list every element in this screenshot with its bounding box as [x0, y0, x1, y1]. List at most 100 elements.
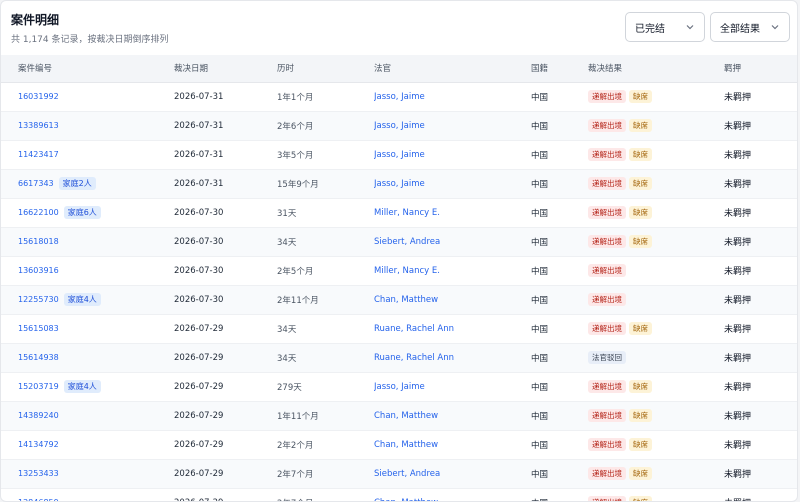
- result-cell: 递解出境缺席: [588, 111, 724, 141]
- nationality: 中国: [531, 411, 549, 422]
- case-id-cell: 15615083: [1, 314, 174, 344]
- case-id-link[interactable]: 12255730: [18, 295, 59, 304]
- result-cell: 递解出境: [588, 285, 724, 315]
- column-header-detention[interactable]: 羁押: [724, 55, 797, 83]
- case-id-link[interactable]: 6617343: [18, 179, 54, 188]
- judge-link[interactable]: Jasso, Jaime: [374, 179, 425, 189]
- result-cell: 递解出境缺席: [588, 82, 724, 112]
- column-header-duration[interactable]: 历时: [277, 55, 374, 83]
- duration-cell: 2年2个月: [277, 430, 374, 460]
- nationality: 中国: [531, 266, 549, 277]
- column-header-ruling-date[interactable]: 裁决日期: [174, 55, 277, 83]
- case-id-link[interactable]: 14389240: [18, 411, 59, 420]
- table-row[interactable]: 13253433 2026-07-29 2年7个月 Siebert, Andrea 中国…: [1, 459, 797, 489]
- judge-link[interactable]: Jasso, Jaime: [374, 121, 425, 131]
- case-id-cell: 15618018: [1, 227, 174, 257]
- nationality-cell: 中国: [531, 314, 588, 344]
- duration: 2年2个月: [277, 440, 314, 451]
- result-badge-removal: 递解出境: [588, 148, 626, 161]
- duration-cell: 34天: [277, 343, 374, 373]
- judge-link[interactable]: Siebert, Andrea: [374, 237, 440, 247]
- result-badge-removal: 递解出境: [588, 206, 626, 219]
- judge-link[interactable]: Ruane, Rachel Ann: [374, 353, 454, 363]
- column-header-nationality[interactable]: 国籍: [531, 55, 588, 83]
- table-row[interactable]: 11423417 2026-07-31 3年5个月 Jasso, Jaime 中国 递解出…: [1, 140, 797, 170]
- result-badge-removal: 递解出境: [588, 177, 626, 190]
- nationality: 中国: [531, 382, 549, 393]
- result-badge-removal: 递解出境: [588, 409, 626, 422]
- judge-link[interactable]: Chan, Matthew: [374, 411, 438, 421]
- table-row[interactable]: 15615083 2026-07-29 34天 Ruane, Rachel Ann 中国…: [1, 314, 797, 344]
- case-id-link[interactable]: 13253433: [18, 469, 59, 478]
- ruling-date-cell: 2026-07-29: [174, 488, 277, 501]
- judge-cell: Jasso, Jaime: [374, 140, 531, 170]
- detention-status: 未羁押: [724, 383, 752, 393]
- detention-status: 未羁押: [724, 151, 752, 161]
- case-id-link[interactable]: 15615083: [18, 324, 59, 333]
- table-row[interactable]: 14389240 2026-07-29 1年11个月 Chan, Matthew 中国 递…: [1, 401, 797, 431]
- judge-link[interactable]: Miller, Nancy E.: [374, 208, 440, 218]
- result-badge-absentia: 缺席: [629, 206, 652, 219]
- table-row[interactable]: 12255730 家庭4人 2026-07-30 2年11个月 Chan, Matthe…: [1, 285, 797, 315]
- table-row[interactable]: 15203719 家庭4人 2026-07-29 279天 Jasso, Jaime 中国…: [1, 372, 797, 402]
- judge-cell: Jasso, Jaime: [374, 111, 531, 141]
- result-cell: 递解出境缺席: [588, 198, 724, 228]
- table-row[interactable]: 15618018 2026-07-30 34天 Siebert, Andrea 中国 递解…: [1, 227, 797, 257]
- duration-cell: 2年7个月: [277, 488, 374, 501]
- result-cell: 递解出境缺席: [588, 314, 724, 344]
- column-header-result[interactable]: 裁决结果: [588, 55, 724, 83]
- detention-status: 未羁押: [724, 412, 752, 422]
- column-header-judge[interactable]: 法官: [374, 55, 531, 83]
- detention-cell: 未羁押: [724, 82, 797, 112]
- case-id-link[interactable]: 15618018: [18, 237, 59, 246]
- case-id-link[interactable]: 16031992: [18, 92, 59, 101]
- ruling-date: 2026-07-29: [174, 410, 224, 421]
- case-id-link[interactable]: 14134792: [18, 440, 59, 449]
- ruling-date-cell: 2026-07-31: [174, 140, 277, 170]
- case-id-link[interactable]: 13389613: [18, 121, 59, 130]
- judge-link[interactable]: Chan, Matthew: [374, 295, 438, 305]
- ruling-date: 2026-07-31: [174, 120, 224, 131]
- duration: 2年5个月: [277, 266, 314, 277]
- table-row[interactable]: 16622100 家庭6人 2026-07-30 31天 Miller, Nancy E…: [1, 198, 797, 228]
- status-filter-select[interactable]: 已完结: [625, 12, 705, 42]
- judge-link[interactable]: Chan, Matthew: [374, 440, 438, 450]
- result-badge-removal: 递解出境: [588, 264, 626, 277]
- judge-link[interactable]: Jasso, Jaime: [374, 92, 425, 102]
- case-id-link[interactable]: 15614938: [18, 353, 59, 362]
- column-header-case-id[interactable]: 案件编号: [1, 55, 174, 83]
- judge-link[interactable]: Jasso, Jaime: [374, 382, 425, 392]
- case-id-cell: 13389613: [1, 111, 174, 141]
- result-badge-absentia: 缺席: [629, 177, 652, 190]
- case-id-link[interactable]: 11423417: [18, 150, 59, 159]
- nationality-cell: 中国: [531, 343, 588, 373]
- family-badge: 家庭4人: [63, 293, 101, 306]
- case-id-link[interactable]: 12846859: [18, 498, 59, 502]
- judge-cell: Chan, Matthew: [374, 285, 531, 315]
- judge-link[interactable]: Siebert, Andrea: [374, 469, 440, 479]
- detention-cell: 未羁押: [724, 488, 797, 501]
- detention-cell: 未羁押: [724, 285, 797, 315]
- table-row[interactable]: 15614938 2026-07-29 34天 Ruane, Rachel Ann 中国…: [1, 343, 797, 373]
- table-row[interactable]: 13389613 2026-07-31 2年6个月 Jasso, Jaime 中国 递解出…: [1, 111, 797, 141]
- judge-link[interactable]: Jasso, Jaime: [374, 150, 425, 160]
- ruling-date: 2026-07-29: [174, 323, 224, 334]
- case-id-link[interactable]: 16622100: [18, 208, 59, 217]
- table-row[interactable]: 13603916 2026-07-30 2年5个月 Miller, Nancy E. 中…: [1, 256, 797, 286]
- case-id-link[interactable]: 13603916: [18, 266, 59, 275]
- judge-link[interactable]: Ruane, Rachel Ann: [374, 324, 454, 334]
- case-id-cell: 6617343 家庭2人: [1, 169, 174, 199]
- table-row[interactable]: 12846859 2026-07-29 2年7个月 Chan, Matthew 中国 递解…: [1, 488, 797, 502]
- judge-link[interactable]: Chan, Matthew: [374, 498, 438, 502]
- table-row[interactable]: 16031992 2026-07-31 1年1个月 Jasso, Jaime 中国 递解出…: [1, 82, 797, 112]
- chevron-down-icon: [686, 25, 694, 30]
- case-id-link[interactable]: 15203719: [18, 382, 59, 391]
- result-filter-select[interactable]: 全部结果: [710, 12, 790, 42]
- judge-cell: Ruane, Rachel Ann: [374, 314, 531, 344]
- table-row[interactable]: 14134792 2026-07-29 2年2个月 Chan, Matthew 中国 递解…: [1, 430, 797, 460]
- result-badge-absentia: 缺席: [629, 322, 652, 335]
- ruling-date: 2026-07-30: [174, 236, 224, 247]
- judge-link[interactable]: Miller, Nancy E.: [374, 266, 440, 276]
- table-row[interactable]: 6617343 家庭2人 2026-07-31 15年9个月 Jasso, Jaime 中…: [1, 169, 797, 199]
- result-badge-removal: 递解出境: [588, 90, 626, 103]
